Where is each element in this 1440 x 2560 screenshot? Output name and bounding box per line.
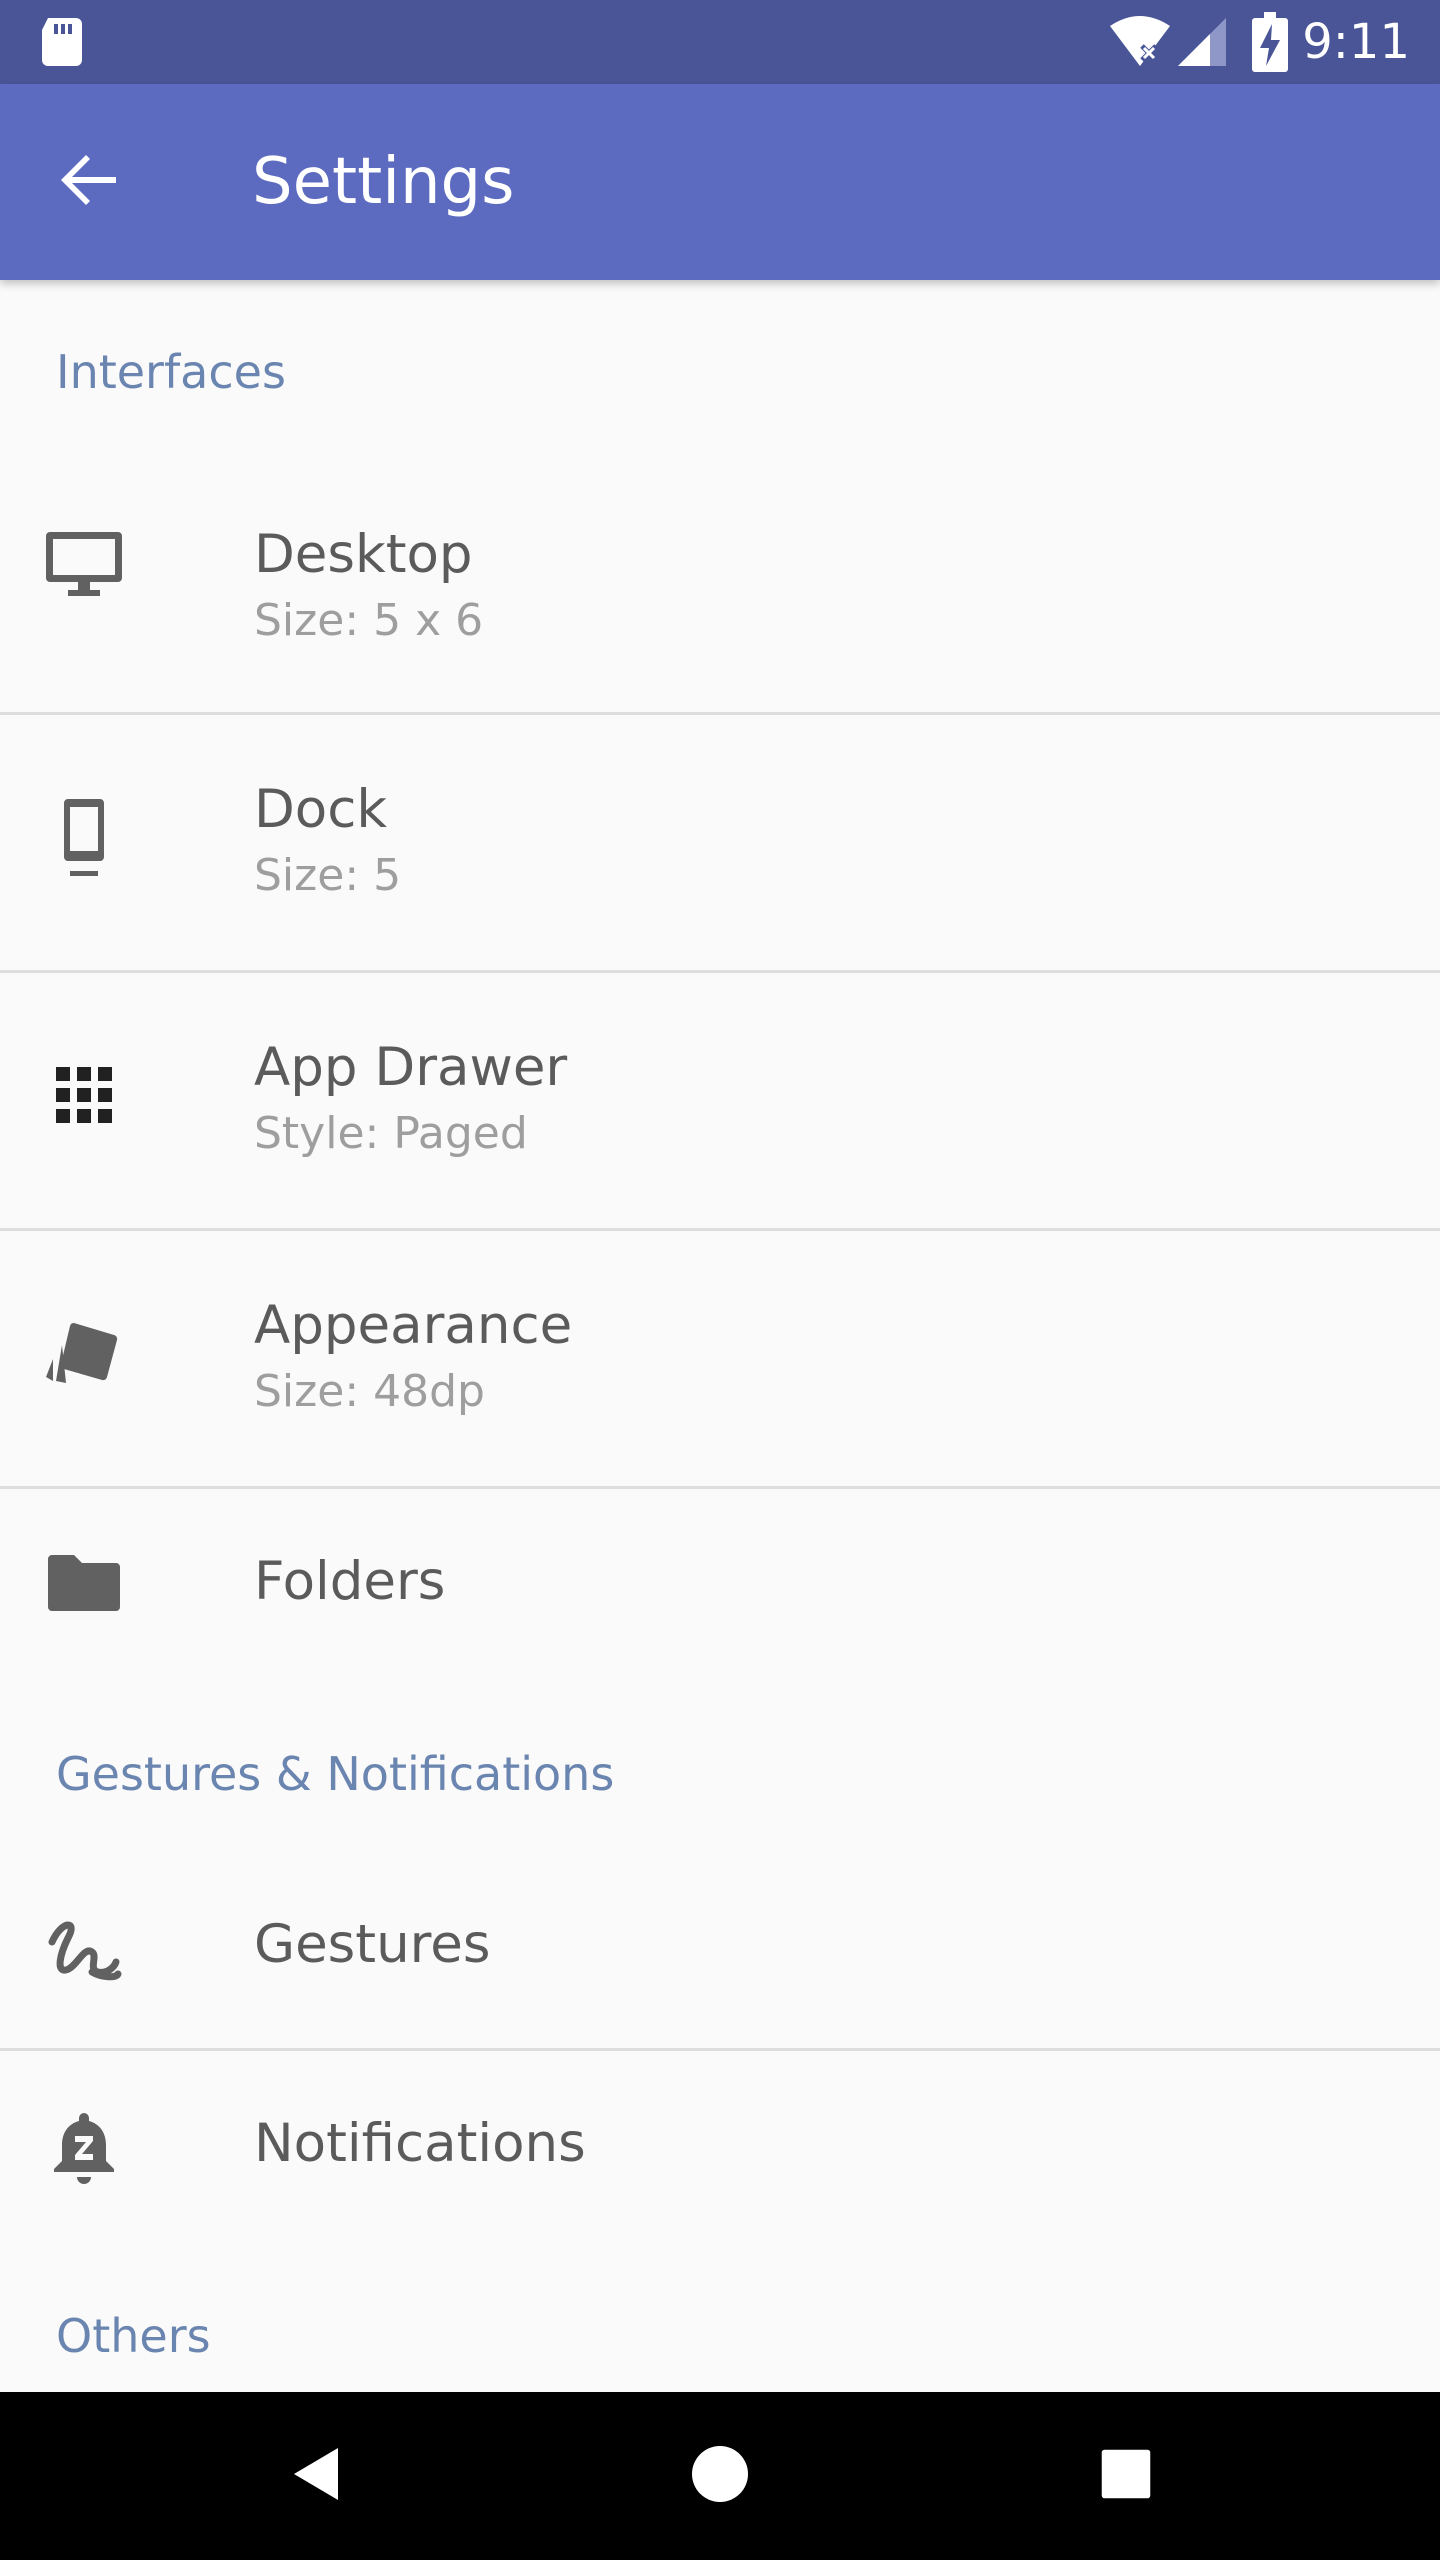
status-bar: 9:11 [0,0,1440,84]
setting-title: Dock [254,779,388,840]
status-clock: 9:11 [1302,14,1410,70]
nav-home-button[interactable] [670,2426,770,2526]
settings-list[interactable]: Interfaces Desktop Size: 5 x 6 Dock Size… [0,280,1440,2392]
setting-title: Gestures [254,1914,491,1975]
folder-icon [44,1543,124,1623]
setting-item-folders[interactable]: Folders [0,1489,1440,1680]
setting-summary: Style: Paged [254,1108,528,1159]
section-header-gestures-notifications: Gestures & Notifications [56,1747,615,1801]
setting-title: Appearance [254,1295,573,1356]
nav-recents-button[interactable] [1076,2426,1176,2526]
nav-back-button[interactable] [266,2426,366,2526]
setting-title: Desktop [254,524,473,585]
arrow-back-icon [58,148,122,216]
setting-item-desktop[interactable]: Desktop Size: 5 x 6 [0,436,1440,690]
cell-signal-icon [1176,16,1228,68]
setting-item-appearance[interactable]: Appearance Size: 48dp [0,1231,1440,1485]
setting-title: Folders [254,1551,446,1612]
recents-square-icon [1098,2446,1154,2506]
setting-item-gestures[interactable]: Gestures [0,1840,1440,2048]
battery-charging-icon [1252,12,1288,72]
setting-item-dock[interactable]: Dock Size: 5 [0,715,1440,969]
wifi-no-internet-icon [1108,16,1172,68]
phone-dock-icon [44,799,124,879]
page-title: Settings [252,145,515,219]
sd-card-icon [40,16,84,68]
setting-item-notifications[interactable]: Notifications [0,2051,1440,2247]
home-circle-icon [690,2444,750,2508]
setting-item-app-drawer[interactable]: App Drawer Style: Paged [0,973,1440,1227]
section-header-others: Others [56,2309,211,2363]
setting-title: App Drawer [254,1037,568,1098]
desktop-icon [44,522,124,602]
setting-summary: Size: 48dp [254,1366,485,1417]
navigation-bar [0,2392,1440,2560]
apps-grid-icon [44,1055,124,1135]
back-button[interactable] [44,136,136,228]
setting-summary: Size: 5 x 6 [254,595,484,646]
setting-summary: Size: 5 [254,850,402,901]
style-cards-icon [44,1315,124,1395]
notifications-paused-icon [44,2109,124,2189]
setting-title: Notifications [254,2113,586,2174]
back-triangle-icon [286,2444,346,2508]
gesture-icon [44,1912,124,1992]
app-bar: Settings [0,84,1440,280]
section-header-interfaces: Interfaces [56,345,286,399]
